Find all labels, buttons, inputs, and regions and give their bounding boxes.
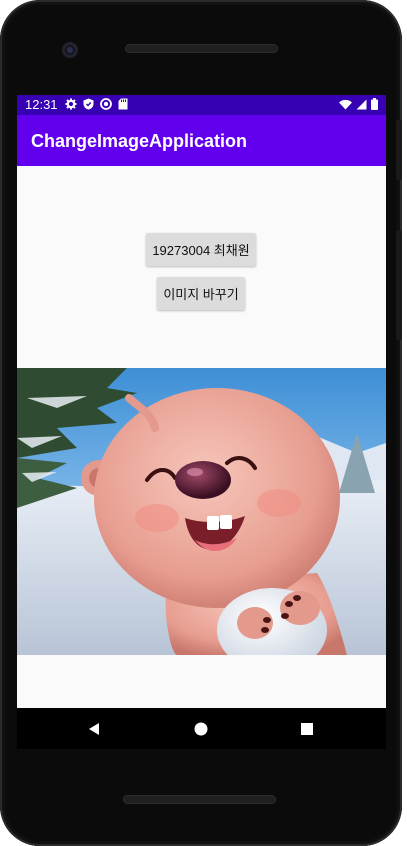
- student-name-button[interactable]: 19273004 최채원: [146, 233, 256, 266]
- app-title: ChangeImageApplication: [31, 131, 248, 151]
- status-time: 12:31: [25, 97, 58, 112]
- front-camera: [62, 42, 78, 58]
- battery-icon: [371, 98, 378, 113]
- settings-icon: [65, 98, 77, 113]
- circle-badge-icon: [100, 98, 112, 113]
- recents-icon[interactable]: [300, 722, 314, 741]
- wifi-icon: [339, 98, 352, 113]
- shield-icon: [83, 98, 94, 113]
- back-icon[interactable]: [87, 722, 101, 741]
- phone-frame: 12:31 ChangeImageApplication 19273004 최채…: [0, 0, 402, 846]
- phone-screen: 12:31 ChangeImageApplication 19273004 최채…: [17, 95, 386, 749]
- navigation-bar: [17, 708, 386, 749]
- change-image-button[interactable]: 이미지 바꾸기: [157, 277, 245, 310]
- status-system-icons: [339, 98, 378, 113]
- character-image: [17, 368, 386, 655]
- power-button: [396, 120, 402, 180]
- signal-icon: [356, 98, 367, 113]
- main-content: 19273004 최채원 이미지 바꾸기: [17, 166, 386, 708]
- app-bar: ChangeImageApplication: [17, 115, 386, 166]
- sd-card-icon: [118, 98, 128, 113]
- top-speaker: [125, 44, 278, 53]
- status-bar: 12:31: [17, 95, 386, 115]
- bottom-speaker: [123, 795, 276, 804]
- volume-button: [396, 230, 402, 340]
- home-icon[interactable]: [194, 722, 208, 741]
- status-notification-icons: [65, 98, 128, 113]
